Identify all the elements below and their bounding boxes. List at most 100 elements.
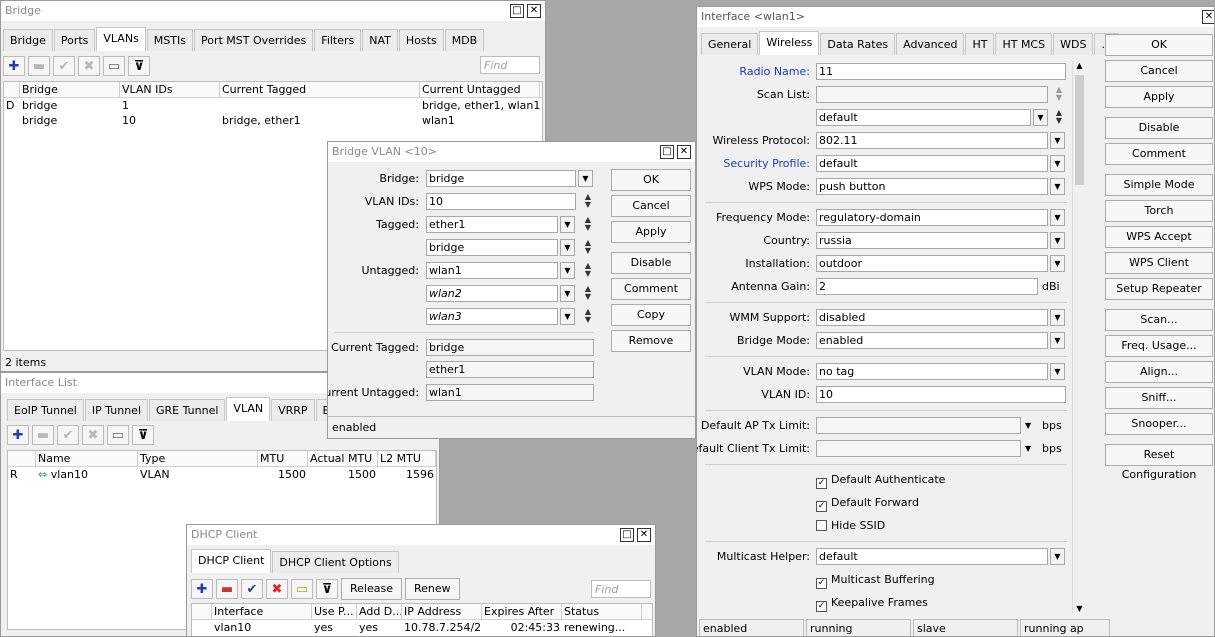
wmm-support-select[interactable]: disabled xyxy=(816,309,1048,326)
column-header-type[interactable]: Type xyxy=(138,451,258,466)
tab-eoip-tunnel[interactable]: EoIP Tunnel xyxy=(7,399,84,421)
add-icon[interactable]: ✚ xyxy=(191,579,213,599)
tab-vlans[interactable]: VLANs xyxy=(96,27,146,51)
close-icon[interactable]: ✕ xyxy=(1202,10,1214,24)
keepalive-frames-checkbox[interactable]: ✓ Keepalive Frames xyxy=(816,594,928,612)
apply-button[interactable]: Apply xyxy=(1105,86,1213,108)
wireless-protocol-select[interactable]: 802.11 xyxy=(816,132,1048,149)
remove-button[interactable]: Remove xyxy=(611,330,691,352)
tab-general[interactable]: General xyxy=(701,33,759,55)
enable-icon[interactable]: ✔ xyxy=(241,579,263,599)
tab-vrrp[interactable]: VRRP xyxy=(271,399,315,421)
vlan-id-field[interactable]: 10 xyxy=(816,386,1066,403)
scan-list-field[interactable] xyxy=(816,86,1048,103)
tab-nat[interactable]: NAT xyxy=(362,29,398,51)
close-icon[interactable]: ✕ xyxy=(527,4,541,18)
country-select[interactable]: russia xyxy=(816,232,1048,249)
disable-button[interactable]: Disable xyxy=(1105,117,1213,139)
column-header-name[interactable]: Name xyxy=(36,451,138,466)
dropdown-icon[interactable]: ▼ xyxy=(1050,548,1065,565)
wps-client-button[interactable]: WPS Client xyxy=(1105,252,1213,274)
apply-button[interactable]: Apply xyxy=(611,221,691,243)
dropdown-icon[interactable]: ▼ xyxy=(560,308,575,325)
scan-list-select[interactable]: default xyxy=(816,109,1031,126)
tagged-select[interactable]: ether1 xyxy=(426,216,558,233)
column-header-interface[interactable]: Interface xyxy=(212,604,312,619)
column-header-actual-mtu[interactable]: Actual MTU xyxy=(308,451,378,466)
remove-icon[interactable]: ▬ xyxy=(28,56,50,76)
renew-button[interactable]: Renew xyxy=(404,578,460,600)
align-button[interactable]: Align... xyxy=(1105,361,1213,383)
freq-usage-button[interactable]: Freq. Usage... xyxy=(1105,335,1213,357)
tab-filters[interactable]: Filters xyxy=(314,29,362,51)
default-forward-checkbox[interactable]: ✓ Default Forward xyxy=(816,494,919,512)
remove-icon[interactable]: ▬ xyxy=(216,579,238,599)
updown-icon[interactable]: ▲ ▼ xyxy=(582,285,594,302)
disable-icon[interactable]: ✖ xyxy=(266,579,288,599)
hide-ssid-checkbox[interactable]: Hide SSID xyxy=(816,517,885,535)
tab-dhcp-client-options[interactable]: DHCP Client Options xyxy=(272,551,399,573)
comment-button[interactable]: Comment xyxy=(611,278,691,300)
dropdown-icon[interactable]: ▼ xyxy=(1025,440,1031,458)
maximize-icon[interactable]: □ xyxy=(620,528,634,542)
table-row[interactable]: bridge 10 bridge, ether1 wlan1 xyxy=(4,113,542,128)
maximize-icon[interactable]: □ xyxy=(510,4,524,18)
untagged-select[interactable]: wlan1 xyxy=(426,262,558,279)
disable-button[interactable]: Disable xyxy=(611,252,691,274)
filter-icon[interactable]: ⊽ xyxy=(132,425,154,445)
scroll-up-icon[interactable]: ▲ xyxy=(1073,61,1086,70)
wps-mode-select[interactable]: push button xyxy=(816,178,1048,195)
table-row[interactable]: vlan10 yes yes 10.78.7.254/25 02:45:33 r… xyxy=(192,620,652,635)
dropdown-icon[interactable]: ▼ xyxy=(1050,132,1065,149)
tab-mdb[interactable]: MDB xyxy=(444,29,485,51)
disable-icon[interactable]: ✖ xyxy=(78,56,100,76)
tab-mstis[interactable]: MSTIs xyxy=(146,29,193,51)
installation-select[interactable]: outdoor xyxy=(816,255,1048,272)
untagged-select[interactable]: wlan3 xyxy=(426,308,558,325)
bridge-mode-select[interactable]: enabled xyxy=(816,332,1048,349)
dropdown-icon[interactable]: ▼ xyxy=(560,216,575,233)
add-icon[interactable]: ✚ xyxy=(3,56,25,76)
comment-icon[interactable]: ▭ xyxy=(103,56,125,76)
dropdown-icon[interactable]: ▼ xyxy=(1050,332,1065,349)
updown-icon[interactable]: ▲ ▼ xyxy=(1053,86,1065,103)
tab-ip-tunnel[interactable]: IP Tunnel xyxy=(84,399,149,421)
comment-button[interactable]: Comment xyxy=(1105,143,1213,165)
enable-icon[interactable]: ✔ xyxy=(57,425,79,445)
tab-hosts[interactable]: Hosts xyxy=(398,29,444,51)
default-ap-tx-limit-field[interactable] xyxy=(816,417,1021,434)
tab-wds[interactable]: WDS xyxy=(1053,33,1094,55)
tab-ht-mcs[interactable]: HT MCS xyxy=(995,33,1053,55)
table-row[interactable]: D bridge 1 bridge, ether1, wlan1 xyxy=(4,98,542,113)
multicast-buffering-checkbox[interactable]: ✓ Multicast Buffering xyxy=(816,571,935,589)
find-input[interactable]: Find xyxy=(591,580,651,598)
tab-ht[interactable]: HT xyxy=(965,33,995,55)
table-row[interactable]: R ⇔ vlan10 VLAN 1500 1500 1596 xyxy=(8,467,436,482)
column-header-add-default-route[interactable]: Add D... xyxy=(357,604,402,619)
column-header-vlan-ids[interactable]: VLAN IDs xyxy=(120,82,220,97)
enable-icon[interactable]: ✔ xyxy=(53,56,75,76)
comment-icon[interactable]: ▭ xyxy=(107,425,129,445)
updown-icon[interactable]: ▲ ▼ xyxy=(1053,109,1065,126)
find-input[interactable]: Find xyxy=(480,56,540,74)
setup-repeater-button[interactable]: Setup Repeater xyxy=(1105,278,1213,300)
multicast-helper-select[interactable]: default xyxy=(816,548,1048,565)
bridge-dropdown-icon[interactable]: ▼ xyxy=(578,170,593,187)
updown-icon[interactable]: ▲ ▼ xyxy=(582,262,594,279)
default-client-tx-limit-field[interactable] xyxy=(816,440,1021,457)
dropdown-icon[interactable]: ▼ xyxy=(1050,209,1065,226)
security-profile-select[interactable]: default xyxy=(816,155,1048,172)
frequency-mode-select[interactable]: regulatory-domain xyxy=(816,209,1048,226)
dropdown-icon[interactable]: ▼ xyxy=(560,285,575,302)
tab-vlan[interactable]: VLAN xyxy=(226,397,271,421)
scan-button[interactable]: Scan... xyxy=(1105,309,1213,331)
updown-icon[interactable]: ▲ ▼ xyxy=(582,216,594,233)
close-icon[interactable]: ✕ xyxy=(637,528,651,542)
dropdown-icon[interactable]: ▼ xyxy=(1050,309,1065,326)
scroll-thumb[interactable] xyxy=(1075,75,1084,185)
filter-icon[interactable]: ⊽ xyxy=(128,56,150,76)
torch-button[interactable]: Torch xyxy=(1105,200,1213,222)
ok-button[interactable]: OK xyxy=(611,169,691,191)
column-header-bridge[interactable]: Bridge xyxy=(20,82,120,97)
snooper-button[interactable]: Snooper... xyxy=(1105,413,1213,435)
